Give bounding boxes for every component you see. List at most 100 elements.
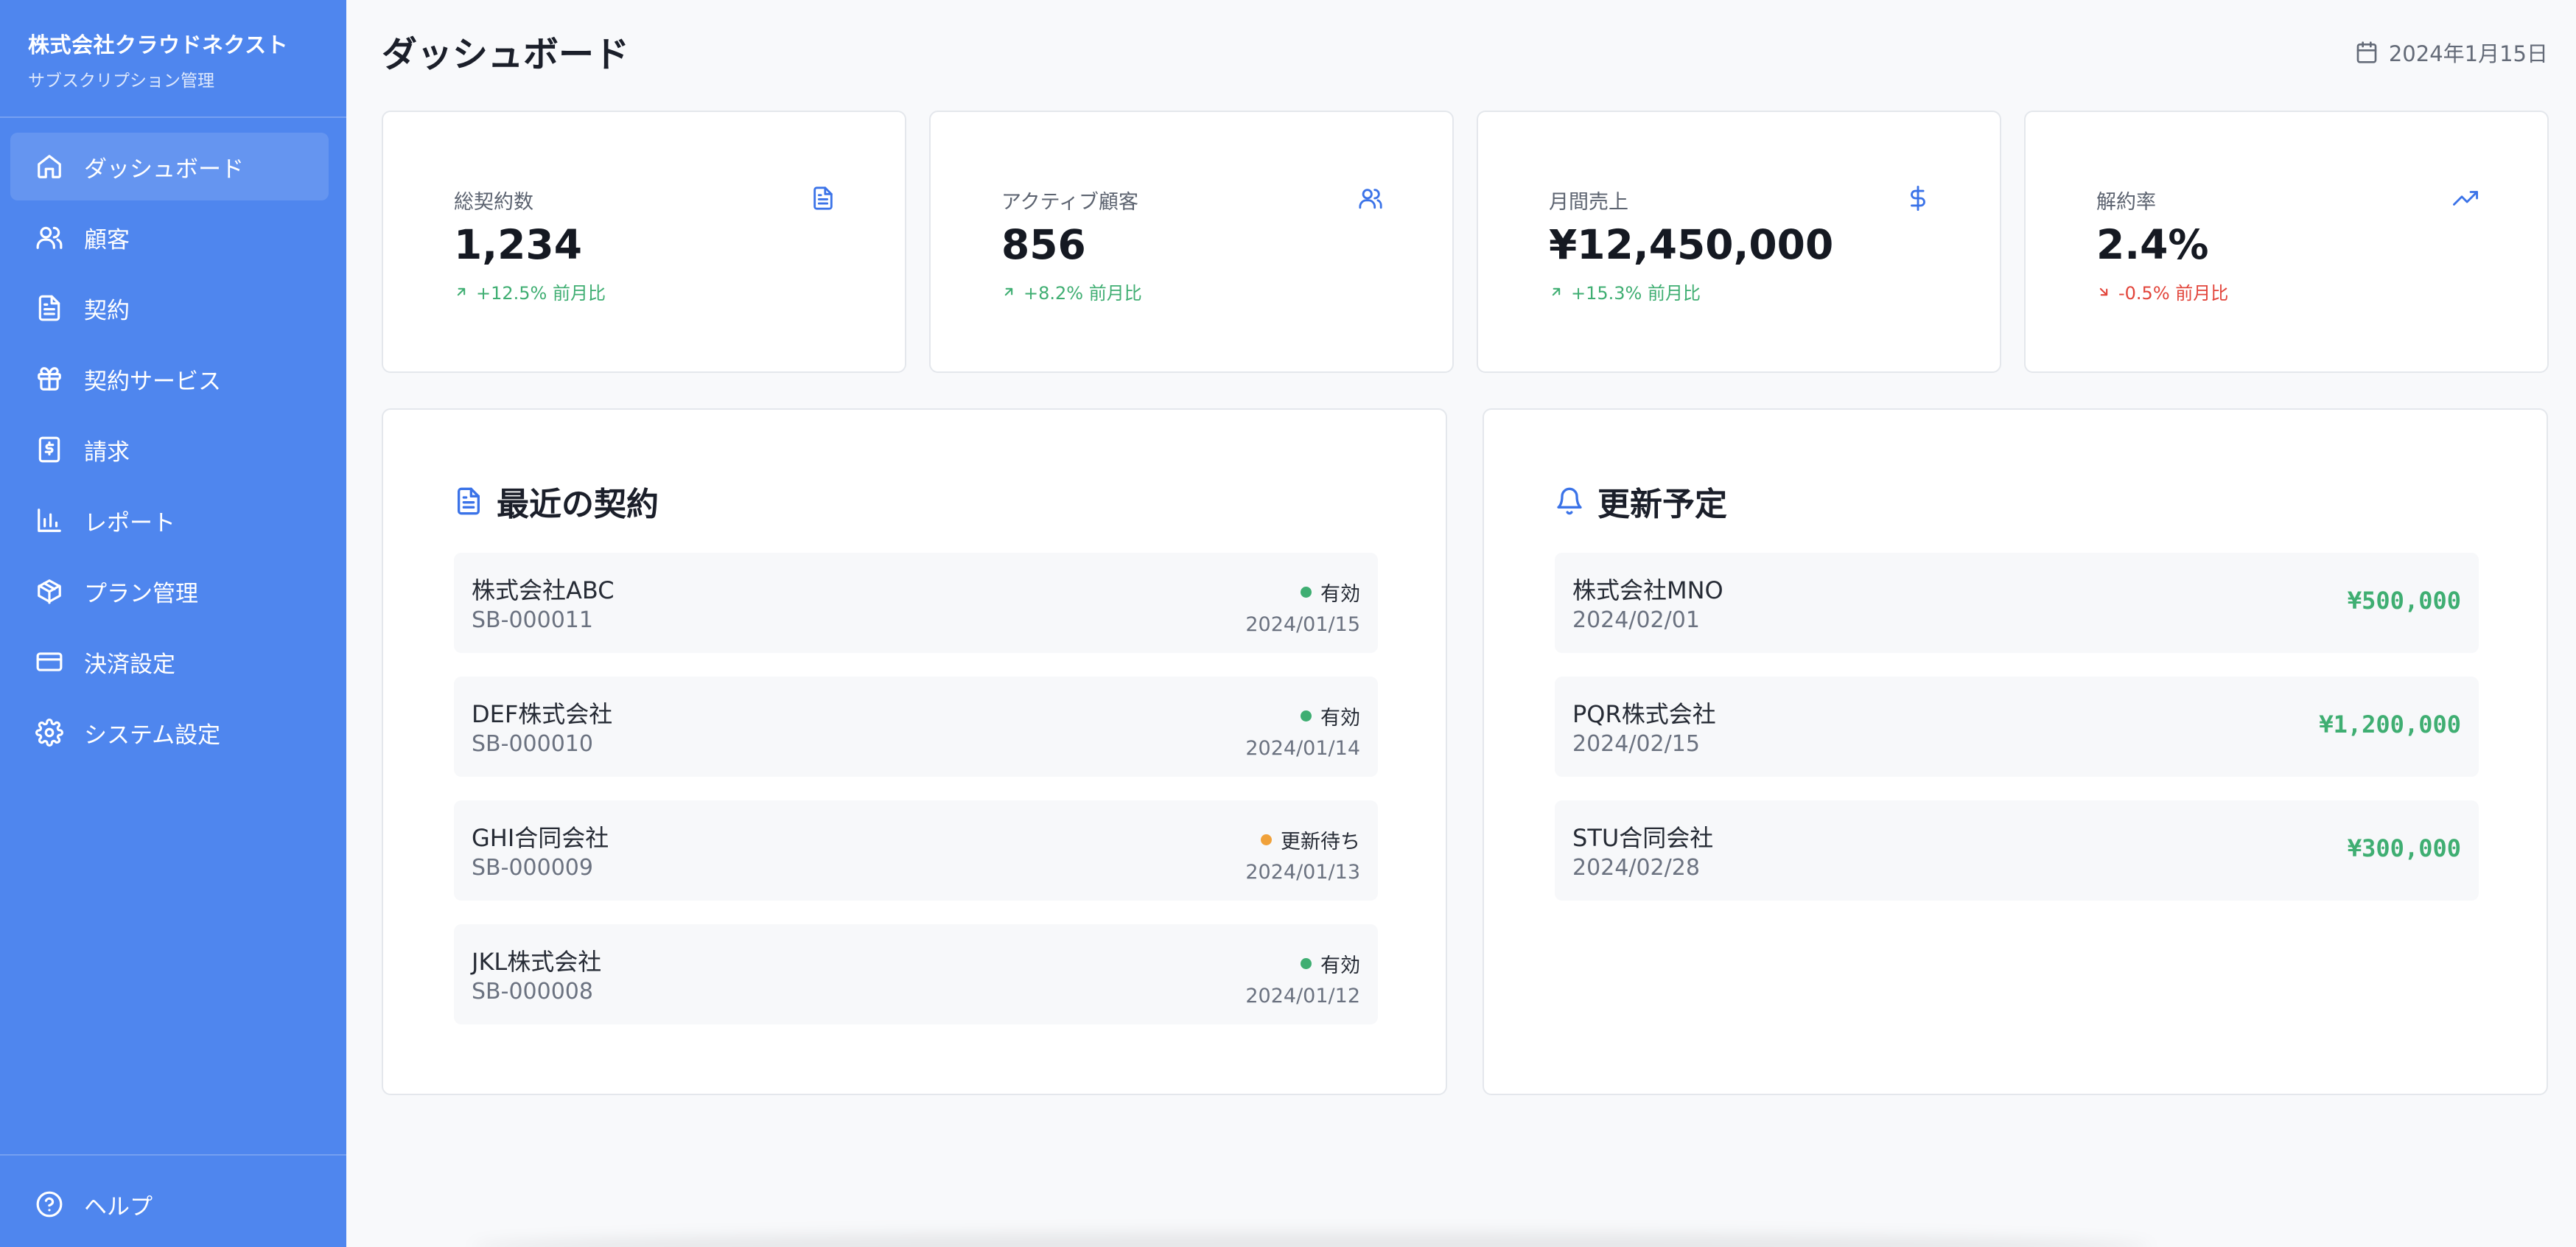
sidebar-item-reports[interactable]: レポート [10, 486, 329, 554]
page-title: ダッシュボード [382, 34, 630, 75]
stat-card-churn-rate: 解約率 2.4% -0.5% 前月比 [2024, 111, 2549, 373]
home-icon [38, 155, 61, 178]
stat-change: -0.5% 前月比 [2096, 279, 2228, 304]
sidebar-divider [0, 116, 346, 118]
document-icon [38, 295, 60, 321]
stat-value: ¥12,450,000 [1549, 221, 1834, 268]
credit-card-icon [36, 652, 63, 671]
sidebar-item-billing[interactable]: 請求 [10, 416, 329, 483]
renewal-row[interactable]: PQR株式会社 2024/02/15 ¥1,200,000 [1555, 677, 2479, 777]
renewals-panel: 更新予定 株式会社MNO 2024/02/01 ¥500,000 PQR株式会社… [1483, 408, 2548, 1095]
contract-id: SB-000008 [472, 979, 593, 1005]
document-icon [458, 487, 480, 515]
panel-title: 更新予定 [1555, 478, 1727, 525]
sidebar-nav: ダッシュボード 顧客 契約 契約サービス 請求 レポート プラン管理 決済設定 … [10, 133, 329, 769]
sidebar-divider [0, 1154, 346, 1156]
contract-row[interactable]: JKL株式会社 SB-000008 有効 2024/01/12 [454, 924, 1378, 1024]
contract-company: DEF株式会社 [472, 700, 613, 728]
arrow-up-right-icon [1552, 287, 1561, 296]
arrow-up-right-icon [1004, 287, 1013, 296]
invoice-icon [38, 436, 60, 463]
sidebar-item-payment-settings[interactable]: 決済設定 [10, 628, 329, 696]
stat-change: +15.3% 前月比 [1549, 279, 1701, 304]
stat-value: 1,234 [454, 221, 582, 268]
status-badge: 有効 [1301, 578, 1360, 607]
renewal-row[interactable]: 株式会社MNO 2024/02/01 ¥500,000 [1555, 553, 2479, 653]
stat-card-active-customers: アクティブ顧客 856 +8.2% 前月比 [929, 111, 1454, 373]
help-circle-icon [36, 1191, 63, 1218]
panel-title-text: 最近の契約 [497, 486, 659, 523]
panel-title-text: 更新予定 [1597, 486, 1727, 523]
status-dot [1261, 834, 1272, 845]
brand: 株式会社クラウドネクスト サブスクリプション管理 [28, 28, 288, 91]
stat-change-text: -0.5% 前月比 [2118, 283, 2229, 304]
status-label: 有効 [1320, 707, 1360, 730]
contract-id: SB-000009 [472, 855, 593, 881]
sidebar-item-label: 契約サービス [84, 368, 221, 395]
dollar-icon [1911, 186, 1925, 211]
stat-label: 総契約数 [454, 191, 533, 214]
contract-row[interactable]: GHI合同会社 SB-000009 更新待ち 2024/01/13 [454, 800, 1378, 901]
recent-contracts-panel: 最近の契約 株式会社ABC SB-000011 有効 2024/01/15 DE… [382, 408, 1447, 1095]
status-dot [1301, 958, 1312, 969]
status-badge: 更新待ち [1261, 825, 1360, 854]
document-icon [813, 186, 833, 210]
status-dot [1301, 710, 1312, 722]
box-icon [38, 579, 61, 604]
app-subtitle: サブスクリプション管理 [28, 71, 214, 91]
contract-date: 2024/01/13 [1245, 861, 1360, 884]
status-dot [1301, 587, 1312, 598]
company-name: 株式会社クラウドネクスト [28, 32, 289, 57]
stat-value: 2.4% [2096, 221, 2209, 268]
stat-value: 856 [1001, 221, 1086, 268]
sidebar-item-customers[interactable]: 顧客 [10, 203, 329, 271]
status-badge: 有効 [1301, 949, 1360, 978]
stat-change-text: +15.3% 前月比 [1571, 283, 1701, 304]
renewal-amount: ¥300,000 [2347, 834, 2461, 862]
renewal-row[interactable]: STU合同会社 2024/02/28 ¥300,000 [1555, 800, 2479, 901]
contract-company: 株式会社ABC [472, 576, 615, 604]
bell-icon [1557, 487, 1582, 515]
stat-label: 月間売上 [1549, 191, 1628, 214]
renewal-company: 株式会社MNO [1572, 576, 1723, 604]
contract-row[interactable]: 株式会社ABC SB-000011 有効 2024/01/15 [454, 553, 1378, 653]
sidebar-item-help[interactable]: ヘルプ [10, 1170, 329, 1238]
renewal-date: 2024/02/28 [1572, 855, 1700, 881]
panel-title: 最近の契約 [454, 478, 659, 525]
renewal-amount: ¥1,200,000 [2319, 710, 2461, 738]
stat-change-text: +12.5% 前月比 [476, 283, 606, 304]
stat-label: アクティブ顧客 [1001, 191, 1139, 214]
users-icon [36, 226, 63, 249]
sidebar-item-label: ヘルプ [84, 1193, 153, 1220]
renewal-company: STU合同会社 [1572, 824, 1714, 852]
sidebar-item-dashboard[interactable]: ダッシュボード [10, 133, 329, 200]
sidebar-item-plans[interactable]: プラン管理 [10, 557, 329, 625]
sidebar: 株式会社クラウドネクスト サブスクリプション管理 ダッシュボード 顧客 契約 契… [0, 0, 346, 1247]
renewal-date: 2024/02/15 [1572, 731, 1700, 757]
gift-icon [38, 367, 61, 391]
contract-id: SB-000011 [472, 607, 593, 633]
renewal-amount: ¥500,000 [2347, 587, 2461, 615]
sidebar-item-contracts[interactable]: 契約 [10, 274, 329, 342]
trending-up-icon [2453, 191, 2478, 206]
sidebar-item-label: 契約 [84, 297, 130, 324]
contract-row[interactable]: DEF株式会社 SB-000010 有効 2024/01/14 [454, 677, 1378, 777]
stat-change-text: +8.2% 前月比 [1023, 283, 1142, 304]
sidebar-item-label: ダッシュボード [84, 156, 244, 183]
calendar-icon [2356, 41, 2377, 63]
contract-date: 2024/01/12 [1245, 985, 1360, 1007]
stat-change: +8.2% 前月比 [1001, 279, 1142, 304]
stat-card-monthly-revenue: 月間売上 ¥12,450,000 +15.3% 前月比 [1477, 111, 2001, 373]
sidebar-item-system-settings[interactable]: システム設定 [10, 699, 329, 766]
bar-chart-icon [38, 509, 61, 532]
sidebar-item-contract-services[interactable]: 契約サービス [10, 345, 329, 413]
status-label: 有効 [1320, 954, 1360, 977]
status-label: 更新待ち [1281, 831, 1360, 853]
stat-card-total-contracts: 総契約数 1,234 +12.5% 前月比 [382, 111, 906, 373]
sidebar-item-label: システム設定 [84, 722, 221, 749]
app: 株式会社クラウドネクスト サブスクリプション管理 ダッシュボード 顧客 契約 契… [0, 0, 2576, 1247]
stat-label: 解約率 [2096, 191, 2156, 214]
users-icon [1359, 189, 1382, 209]
contract-id: SB-000010 [472, 731, 593, 757]
sidebar-item-label: 請求 [84, 439, 130, 466]
